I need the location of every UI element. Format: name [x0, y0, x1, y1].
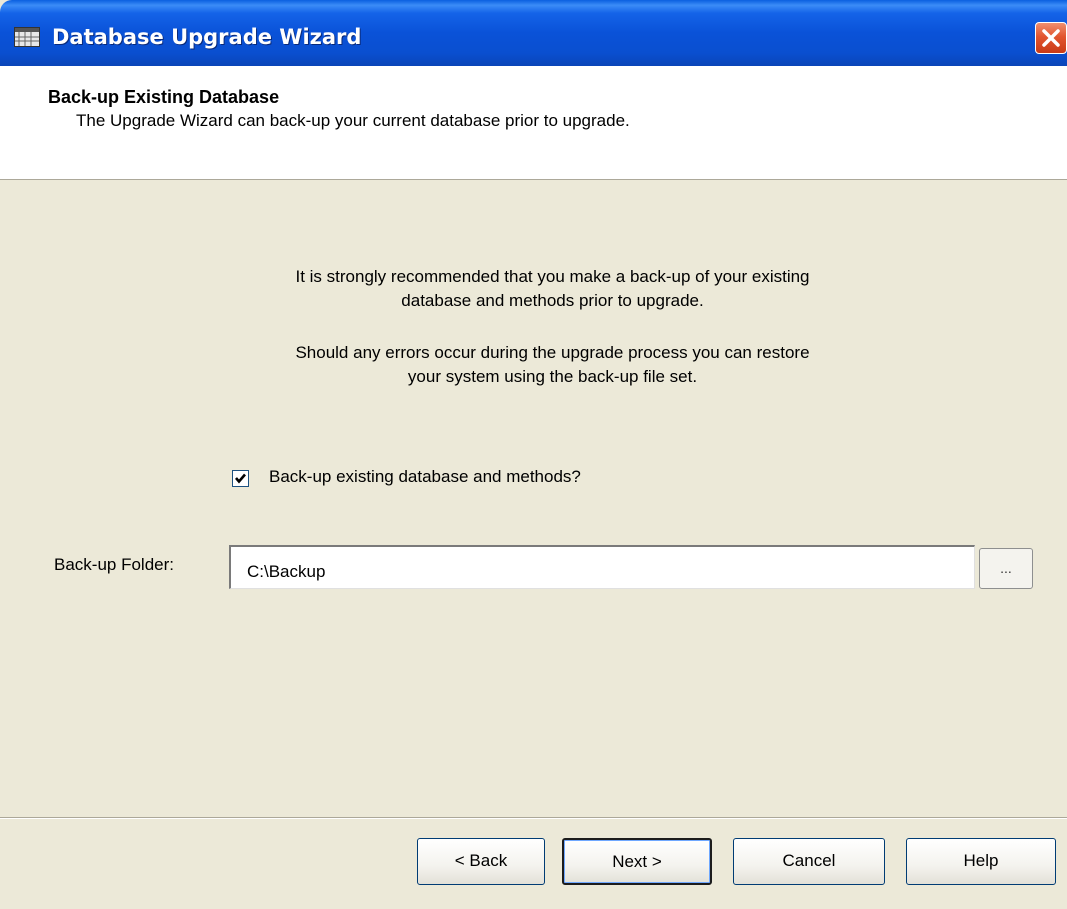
backup-checkbox[interactable] [232, 470, 249, 487]
header-panel: Back-up Existing Database The Upgrade Wi… [0, 66, 1067, 180]
backup-checkbox-label[interactable]: Back-up existing database and methods? [269, 467, 581, 487]
checkmark-icon [235, 473, 246, 484]
restore-text: Should any errors occur during the upgra… [0, 341, 1067, 389]
back-button[interactable]: < Back [417, 838, 545, 885]
database-icon [14, 27, 40, 47]
cancel-button[interactable]: Cancel [733, 838, 885, 885]
recommendation-line-1: It is strongly recommended that you make… [295, 267, 810, 286]
backup-folder-input[interactable] [229, 545, 975, 589]
help-button[interactable]: Help [906, 838, 1056, 885]
wizard-window: Database Upgrade Wizard Back-up Existing… [0, 0, 1067, 909]
close-button[interactable] [1035, 22, 1067, 54]
recommendation-text: It is strongly recommended that you make… [0, 265, 1067, 313]
page-subtitle: The Upgrade Wizard can back-up your curr… [76, 111, 630, 130]
close-icon [1042, 29, 1060, 47]
recommendation-line-2: database and methods prior to upgrade. [401, 291, 704, 310]
browse-button[interactable]: ... [979, 548, 1033, 589]
page-title: Back-up Existing Database [48, 87, 280, 107]
backup-folder-label: Back-up Folder: [54, 555, 174, 574]
restore-line-2: your system using the back-up file set. [407, 367, 698, 386]
next-button[interactable]: Next > [562, 838, 712, 885]
window-title: Database Upgrade Wizard [52, 25, 362, 49]
footer-separator [0, 817, 1067, 819]
content-area: It is strongly recommended that you make… [0, 181, 1067, 817]
restore-line-1: Should any errors occur during the upgra… [295, 343, 810, 362]
title-bar[interactable]: Database Upgrade Wizard [0, 0, 1067, 66]
